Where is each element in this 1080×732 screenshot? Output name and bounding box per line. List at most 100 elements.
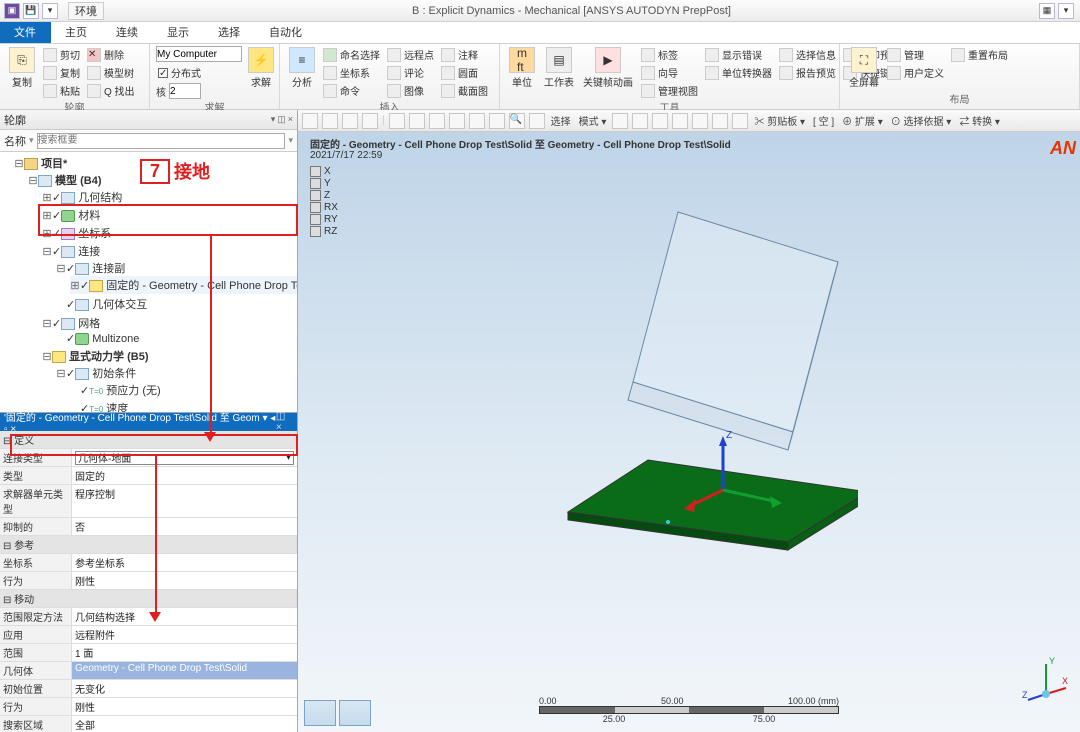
showerrors-button[interactable]: 显示错误: [703, 46, 774, 63]
analysis-button[interactable]: ≡分析: [286, 46, 318, 90]
vp-btn[interactable]: [409, 113, 425, 129]
titlebar: ▣ 💾 ▾ 环境 B : Explicit Dynamics - Mechani…: [0, 0, 1080, 22]
pane-dropdown-icon[interactable]: ▾: [271, 114, 276, 125]
tab-select[interactable]: 选择: [204, 22, 255, 43]
vp-btn[interactable]: [732, 113, 748, 129]
vp-seldep[interactable]: ⊙ 选择依据 ▾: [889, 113, 954, 128]
comment-button[interactable]: 评论: [385, 64, 436, 81]
coordsys-button[interactable]: 坐标系: [321, 64, 382, 81]
delete-button[interactable]: ✕删除: [85, 46, 137, 63]
tab-home[interactable]: 主页: [51, 22, 102, 43]
cores-input[interactable]: [169, 83, 201, 99]
tree-fixed-joint[interactable]: 固定的 - Geometry - Cell Phone Drop Test\So…: [106, 280, 297, 292]
remotept-button[interactable]: 远程点: [385, 46, 436, 63]
prop-value[interactable]: 无变化: [72, 680, 297, 697]
tab-display[interactable]: 显示: [153, 22, 204, 43]
tab-automation[interactable]: 自动化: [255, 22, 317, 43]
vp-select[interactable]: 选择: [549, 113, 573, 128]
vp-btn[interactable]: [302, 113, 318, 129]
solve-button[interactable]: ⚡求解: [245, 46, 277, 90]
view-triad[interactable]: Y Z X: [1022, 654, 1070, 702]
tags-button[interactable]: 标签: [639, 46, 700, 63]
tab-file[interactable]: 文件: [0, 22, 51, 43]
search-input[interactable]: [37, 133, 286, 149]
vp-btn[interactable]: [529, 113, 545, 129]
pane-pin-icon[interactable]: ◫: [277, 114, 286, 125]
vp-btn[interactable]: [362, 113, 378, 129]
canvas-title: 固定的 - Geometry - Cell Phone Drop Test\So…: [310, 136, 731, 151]
distributed-check[interactable]: ✓分布式: [156, 64, 242, 81]
vp-convert[interactable]: ⇄ 转换 ▾: [957, 113, 1002, 128]
cut-button[interactable]: 剪切: [41, 46, 82, 63]
fullscreen-button[interactable]: ⛶全屏幕: [846, 46, 882, 90]
vp-expand[interactable]: ⊕ 扩展 ▾: [840, 113, 885, 128]
command-button[interactable]: 命令: [321, 82, 382, 99]
layout-dropdown-icon[interactable]: ▾: [1058, 3, 1074, 19]
wizard-button[interactable]: 向导: [639, 64, 700, 81]
annotation-box-combo: [10, 434, 298, 456]
manageview-button[interactable]: 管理视图: [639, 82, 700, 99]
manage-button[interactable]: 管理: [885, 46, 946, 63]
viewport-canvas[interactable]: 固定的 - Geometry - Cell Phone Drop Test\So…: [298, 132, 1080, 732]
resetlayout-button[interactable]: 重置布局: [949, 46, 1010, 63]
prop-value[interactable]: 参考坐标系: [72, 554, 297, 571]
pane-close-icon[interactable]: ×: [288, 114, 293, 125]
prop-value[interactable]: 否: [72, 518, 297, 535]
vp-btn[interactable]: [469, 113, 485, 129]
prop-value[interactable]: 固定的: [72, 467, 297, 484]
vp-btn[interactable]: [712, 113, 728, 129]
prop-value[interactable]: 1 面: [72, 644, 297, 661]
modeltree-button[interactable]: 模型树: [85, 64, 137, 81]
prop-value[interactable]: Geometry - Cell Phone Drop Test\Solid: [72, 662, 297, 679]
prop-value[interactable]: 刚性: [72, 572, 297, 589]
prop-value[interactable]: 远程附件: [72, 626, 297, 643]
solver-combo[interactable]: [156, 46, 242, 62]
vp-btn[interactable]: [429, 113, 445, 129]
prop-value[interactable]: 刚性: [72, 698, 297, 715]
vp-btn[interactable]: [342, 113, 358, 129]
vp-mode[interactable]: 模式 ▾: [577, 113, 609, 128]
vp-btn[interactable]: [692, 113, 708, 129]
find-button[interactable]: Q 找出: [85, 82, 137, 99]
tab-connections[interactable]: 连续: [102, 22, 153, 43]
vp-clipboard[interactable]: ✂ 剪贴板 ▾: [752, 113, 807, 128]
vp-btn[interactable]: [489, 113, 505, 129]
copy-button[interactable]: 复制: [41, 64, 82, 81]
annotation-arrow-v1: [210, 236, 212, 436]
annotation-button[interactable]: 注释: [439, 46, 490, 63]
vp-btn[interactable]: [322, 113, 338, 129]
reportpv-button[interactable]: 报告预览: [777, 64, 838, 81]
vp-btn[interactable]: [389, 113, 405, 129]
vp-btn[interactable]: [449, 113, 465, 129]
canvas-timestamp: 2021/7/17 22:59: [310, 150, 382, 161]
context-tab[interactable]: 环境: [68, 2, 104, 20]
face-button[interactable]: 圆面: [439, 64, 490, 81]
duplicate-button[interactable]: ⎘复制: [6, 46, 38, 90]
prop-value[interactable]: 程序控制: [72, 485, 297, 517]
unitconv-button[interactable]: 单位转换器: [703, 64, 774, 81]
image-button[interactable]: 图像: [385, 82, 436, 99]
preview-thumbs[interactable]: [304, 700, 371, 726]
keyframe-button[interactable]: ▶关键帧动画: [580, 46, 636, 90]
vp-btn[interactable]: [632, 113, 648, 129]
vp-btn[interactable]: [672, 113, 688, 129]
qat-save-icon[interactable]: 💾: [23, 3, 39, 19]
props-pin-icon[interactable]: ◫: [276, 411, 285, 422]
qat-dropdown-icon[interactable]: ▾: [42, 3, 58, 19]
section-button[interactable]: 截面图: [439, 82, 490, 99]
qat-app-icon[interactable]: ▣: [4, 3, 20, 19]
vp-zoom-icon[interactable]: 🔍: [509, 113, 525, 129]
selinfo-button[interactable]: 选择信息: [777, 46, 838, 63]
userdef-button[interactable]: 用户定义: [885, 64, 946, 81]
worksheet-button[interactable]: ▤工作表: [541, 46, 577, 90]
vp-btn[interactable]: [612, 113, 628, 129]
annotation-arrow-v2: [155, 456, 157, 616]
vp-btn[interactable]: [652, 113, 668, 129]
outline-tree[interactable]: ⊟ 项目* ⊟ 模型 (B4) ⊞✓ 几何结构 ⊞✓ 材料 ⊞✓ 坐标系 ⊟✓ …: [0, 152, 297, 412]
units-button[interactable]: mft单位: [506, 46, 538, 90]
namedsel-button[interactable]: 命名选择: [321, 46, 382, 63]
prop-value[interactable]: 全部: [72, 716, 297, 732]
prop-value[interactable]: 几何结构选择: [72, 608, 297, 625]
layout-grid-icon[interactable]: ▦: [1039, 3, 1055, 19]
paste-button[interactable]: 粘贴: [41, 82, 82, 99]
